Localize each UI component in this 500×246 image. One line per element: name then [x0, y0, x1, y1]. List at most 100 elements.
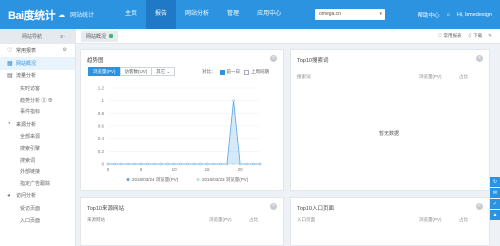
col-header-pv: 浏览量(PV)	[209, 217, 232, 222]
y-tick-label: 0.6	[98, 124, 105, 129]
sidebar-item-label: 全部来源	[20, 133, 41, 140]
sidebar-item[interactable]: 实时访客	[0, 82, 75, 94]
close-icon[interactable]: ×	[270, 203, 277, 210]
data-point	[166, 162, 169, 166]
notice-icon[interactable]: ⌂	[447, 12, 450, 18]
top10-search-panel: Top10搜索词 × 搜索词 浏览量(PV) 占比 暂无数据	[290, 49, 490, 191]
sidebar-item[interactable]: ◕ 访问分析	[0, 190, 75, 203]
compare-last-week-checkbox[interactable]	[244, 69, 249, 75]
help-center-link[interactable]: 帮助中心	[417, 11, 439, 19]
x-tick-label: 15	[205, 167, 211, 172]
cloud-icon: ☁	[58, 11, 66, 19]
sidebar-item-icon: ▦	[7, 60, 13, 67]
x-tick-label: 5	[140, 167, 143, 172]
top10-source-title: Top10来源网站	[87, 206, 124, 212]
sidebar-item[interactable]: 趋势分析 ⑤ ⊕	[0, 94, 75, 106]
sidebar-item[interactable]: 搜索引擎	[0, 142, 75, 154]
sidebar-item[interactable]: ▤ 流量分析	[0, 70, 75, 83]
data-point	[106, 162, 110, 166]
sidebar-item-label: 事件指标	[20, 109, 41, 116]
page-title-text: 网站概况	[86, 33, 107, 40]
top10-search-title: Top10搜索词	[297, 58, 329, 64]
sidebar-item[interactable]: 入口页面	[0, 214, 75, 226]
nav-app-center[interactable]: 应用中心	[248, 0, 290, 29]
logo-text: Bai度统计	[8, 9, 56, 22]
close-icon[interactable]: ×	[270, 55, 277, 62]
status-dot-icon	[109, 33, 114, 38]
chat-icon[interactable]: ✉	[490, 188, 500, 198]
back-to-top-icon[interactable]: ▲	[490, 210, 500, 220]
sidebar-item[interactable]: ♡ 常用报表 ⚙	[0, 44, 75, 57]
sidebar-item-label: 搜索引擎	[20, 145, 41, 152]
sidebar-item[interactable]: 事件指标	[0, 106, 75, 118]
compare-prev-day-label: 前一日	[226, 69, 241, 74]
sidebar-item-label: 访问分析	[16, 193, 37, 200]
nav-report[interactable]: 报告	[146, 0, 177, 29]
close-icon[interactable]: ×	[476, 55, 483, 62]
data-point	[225, 162, 229, 166]
sidebar-item-label: 网站概况	[16, 60, 37, 67]
col-header-ratio: 占比	[459, 217, 468, 222]
sidebar-item[interactable]: 外部链接	[0, 166, 75, 178]
edit-icon[interactable]: ✎	[488, 33, 492, 39]
feedback-icon[interactable]: ✓	[490, 199, 500, 209]
col-header-ratio: 占比	[459, 74, 468, 79]
data-point	[186, 162, 189, 166]
nav-home[interactable]: 主页	[116, 0, 146, 29]
data-point	[146, 162, 149, 166]
sidebar-header: 网站导航 ≡·	[0, 29, 75, 44]
refresh-icon[interactable]: ↻	[490, 177, 500, 187]
page-title: 网站概况	[81, 30, 119, 42]
empty-message: 暂无数据	[379, 131, 400, 137]
trend-chart: 0 0.2 0.4 0.6 0.8 1 1.2 0 5 10 15 20 2018/03/24 浏览量(…	[98, 86, 262, 183]
data-point	[219, 162, 222, 166]
sidebar-item[interactable]: ◔ 来源分析	[0, 118, 75, 131]
sidebar-item-icon: ♡	[7, 47, 13, 54]
data-point	[172, 162, 176, 166]
sidebar-item-label: 流量分析	[16, 73, 37, 80]
sidebar-item[interactable]: 受访页面	[0, 202, 75, 214]
logo-subtitle: 网站统计	[70, 13, 95, 19]
top10-entry-title: Top10入口页面	[297, 206, 334, 212]
compare-options: 对比： 前一日 上周同期	[202, 69, 269, 75]
top10-entry-panel: Top10入口页面 × 入口页面 浏览量(PV) 占比	[290, 197, 490, 246]
collapse-icon[interactable]: ≡·	[60, 34, 65, 40]
data-point	[126, 162, 130, 166]
sidebar-item[interactable]: 搜索词	[0, 154, 75, 166]
x-tick-label: 10	[172, 167, 178, 172]
sidebar-item[interactable]: 全部来源	[0, 131, 75, 143]
add-favorite-link[interactable]: ♡ 常用报表	[438, 33, 462, 39]
metric-toggle: 浏览量(PV) 访客数(UV) 其它 ⌄	[88, 67, 176, 76]
legend-marker	[126, 178, 130, 181]
data-point	[159, 162, 163, 166]
nav-site-analysis[interactable]: 网站分析	[176, 0, 218, 29]
data-point	[139, 162, 143, 166]
close-icon[interactable]: ×	[476, 203, 483, 210]
download-link[interactable]: ⇩ 下载	[467, 33, 482, 39]
metric-other-dropdown[interactable]: 其它 ⌄	[151, 67, 176, 76]
x-tick-label: 0	[107, 167, 110, 172]
data-point	[192, 162, 196, 166]
data-point	[205, 162, 209, 166]
data-point	[199, 162, 202, 166]
sidebar-item-label: 常用报表	[16, 47, 37, 54]
logo[interactable]: Bai度统计 ☁ 网站统计	[8, 7, 108, 23]
user-menu[interactable]: Hi, bmedesign	[457, 12, 492, 18]
compare-prev-day-checkbox[interactable]	[219, 69, 225, 75]
top-navbar: Bai度统计 ☁ 网站统计 主页 报告 网站分析 管理 应用中心 omega.c…	[0, 0, 500, 29]
compare-label: 对比：	[202, 69, 216, 74]
site-selector[interactable]: omega.cn ▾	[315, 9, 385, 20]
data-point	[133, 162, 136, 166]
gear-icon[interactable]: ⚙	[63, 47, 67, 53]
metric-uv-button[interactable]: 访客数(UV)	[119, 67, 153, 76]
data-point	[238, 162, 242, 166]
x-tick-label: 20	[238, 167, 244, 172]
nav-manage[interactable]: 管理	[218, 0, 248, 29]
sidebar-item[interactable]: 指定广告跟踪	[0, 178, 75, 190]
col-header-entry: 入口页面	[297, 217, 315, 222]
legend-marker	[196, 178, 200, 181]
legend-label: 2018/03/23 浏览量(PV)	[202, 176, 249, 183]
sidebar-item[interactable]: ▦ 网站概况	[0, 56, 75, 70]
legend-label: 2018/03/24 浏览量(PV)	[132, 176, 179, 183]
metric-pv-button[interactable]: 浏览量(PV)	[88, 67, 121, 76]
